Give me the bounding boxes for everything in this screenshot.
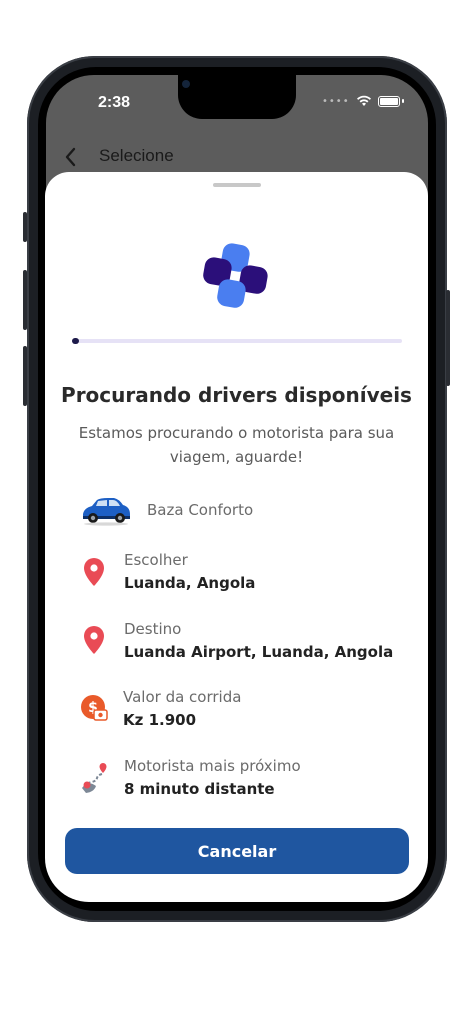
car-type-label: Baza Conforto	[147, 501, 254, 519]
notch	[178, 75, 296, 119]
destination-label: Destino	[124, 620, 182, 638]
nearest-driver-value: 8 minuto distante	[124, 780, 275, 798]
search-progress-fill	[72, 338, 79, 344]
pickup-value: Luanda, Angola	[124, 574, 256, 592]
silent-switch	[23, 212, 27, 242]
nearest-driver-label: Motorista mais próximo	[124, 757, 301, 775]
searching-subtitle: Estamos procurando o motorista para sua …	[78, 424, 395, 466]
searching-title: Procurando drivers disponíveis	[61, 383, 412, 407]
fare-label: Valor da corrida	[123, 688, 242, 706]
back-chevron-icon[interactable]	[62, 146, 80, 168]
status-icons: ••••	[322, 95, 404, 107]
pickup-location-pin-icon	[84, 558, 104, 586]
route-icon	[82, 763, 107, 793]
car-icon	[83, 498, 130, 526]
battery-icon	[377, 95, 400, 107]
fare-value: Kz 1.900	[123, 711, 197, 729]
volume-up-button	[23, 270, 27, 330]
destination-location-pin-icon	[84, 626, 104, 654]
status-time: 2:38	[98, 94, 131, 111]
battery-tip	[401, 99, 404, 103]
power-button	[446, 290, 450, 386]
cancel-button[interactable]: Cancelar	[65, 828, 409, 874]
app-logo-icon	[203, 243, 268, 308]
sheet-drag-handle[interactable]	[213, 183, 261, 187]
search-progress-bar	[72, 339, 402, 343]
front-camera	[182, 80, 190, 88]
signal-icon: ••••	[322, 95, 350, 107]
destination-value: Luanda Airport, Luanda, Angola	[124, 643, 394, 661]
wifi-icon	[356, 95, 371, 106]
money-icon: $	[81, 695, 108, 721]
page-title: Selecione	[99, 146, 174, 165]
volume-down-button	[23, 346, 27, 406]
pickup-label: Escolher	[124, 551, 188, 569]
